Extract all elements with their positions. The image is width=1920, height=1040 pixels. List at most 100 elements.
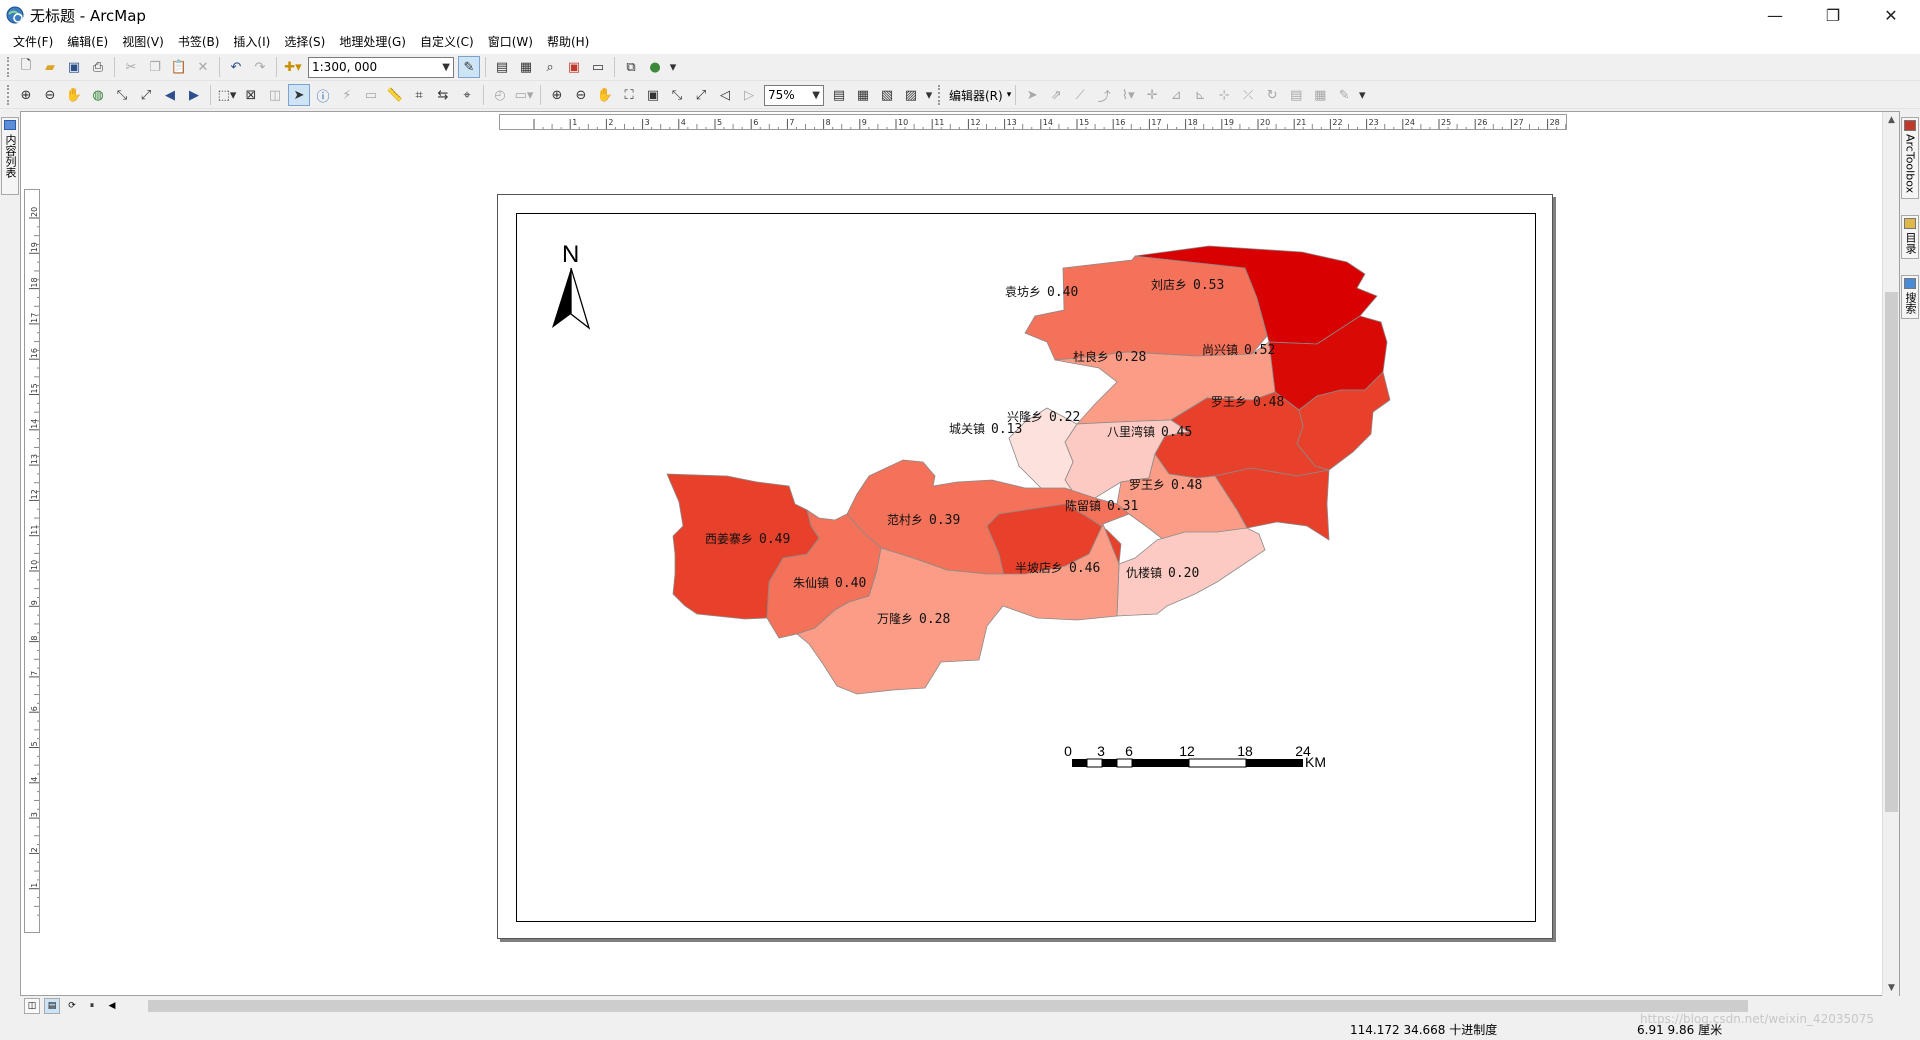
layout-view-icon[interactable]: ▤ bbox=[44, 998, 60, 1014]
scale-bar[interactable]: 0 3 6 12 18 24 KM bbox=[1064, 743, 1326, 770]
arcgis-online-globe-icon[interactable]: ● bbox=[644, 56, 666, 78]
cut-polygons-icon[interactable]: ⊹ bbox=[1213, 84, 1235, 106]
redo-icon[interactable]: ↷ bbox=[249, 56, 271, 78]
paste-icon[interactable]: 📋 bbox=[168, 56, 190, 78]
menu-file[interactable]: 文件(F) bbox=[6, 32, 60, 52]
identify-icon[interactable]: ⓘ bbox=[312, 84, 334, 106]
data-view-icon[interactable]: ◫ bbox=[24, 998, 40, 1014]
measure-icon[interactable]: 📏 bbox=[384, 84, 406, 106]
arctoolbox-tab[interactable]: ArcToolbox bbox=[1901, 117, 1919, 199]
close-button[interactable]: ✕ bbox=[1862, 0, 1920, 30]
delete-icon[interactable]: ✕ bbox=[192, 56, 214, 78]
reshape-feature-icon[interactable]: ⊾ bbox=[1189, 84, 1211, 106]
next-extent-icon[interactable]: ▷ bbox=[738, 84, 760, 106]
new-document-icon[interactable]: 🗋 bbox=[15, 56, 37, 78]
pause-drawing-icon[interactable]: ⏸ bbox=[84, 998, 100, 1014]
fixed-zoom-out-layout-icon[interactable]: ⤢ bbox=[690, 84, 712, 106]
restore-button[interactable]: ❐ bbox=[1804, 0, 1862, 30]
editor-menu[interactable]: 编辑器(R) bbox=[945, 87, 1007, 104]
previous-extent-icon[interactable]: ◁ bbox=[714, 84, 736, 106]
create-viewer-icon[interactable]: ▭▾ bbox=[513, 84, 535, 106]
layout-page[interactable]: 袁坊乡 刘店乡 尚兴镇 杜良乡 罗王乡 兴隆乡 城关镇 八里湾镇 罗王乡 陈留镇… bbox=[497, 194, 1553, 939]
copy-icon[interactable]: ❐ bbox=[144, 56, 166, 78]
menu-edit[interactable]: 编辑(E) bbox=[60, 32, 115, 52]
search-window-icon[interactable]: ⌕ bbox=[539, 56, 561, 78]
create-features-icon[interactable]: ✎ bbox=[1333, 84, 1355, 106]
layout-zoom-in-icon[interactable]: ⊕ bbox=[546, 84, 568, 106]
layout-view[interactable]: 1 2 3 4 5 6 7 8 9 10 11 12 13 14 15 16 17 18 19 20 21 22 23 24 2… bbox=[20, 111, 1900, 997]
layout-zoom-out-icon[interactable]: ⊖ bbox=[570, 84, 592, 106]
horizontal-scroll-thumb[interactable] bbox=[148, 1000, 1748, 1012]
model-builder-icon[interactable]: ⧉ bbox=[620, 56, 642, 78]
sketch-properties-icon[interactable]: ▦ bbox=[1309, 84, 1331, 106]
open-folder-icon[interactable]: ▰ bbox=[39, 56, 61, 78]
choropleth-map[interactable]: 袁坊乡 刘店乡 尚兴镇 杜良乡 罗王乡 兴隆乡 城关镇 八里湾镇 罗王乡 陈留镇… bbox=[517, 214, 1535, 921]
north-arrow[interactable]: N bbox=[552, 241, 591, 330]
fixed-zoom-in-icon[interactable]: ⤡ bbox=[111, 84, 133, 106]
scroll-up-arrow-icon[interactable]: ▲ bbox=[1883, 112, 1900, 129]
table-of-contents-icon[interactable]: ▤ bbox=[491, 56, 513, 78]
select-pointer-icon[interactable]: ➤ bbox=[288, 84, 310, 106]
arctoolbox-icon[interactable]: ▣ bbox=[563, 56, 585, 78]
vertical-scrollbar[interactable]: ▲ ▼ bbox=[1882, 112, 1899, 997]
edit-vertices-icon[interactable]: ⊿ bbox=[1165, 84, 1187, 106]
go-to-xy-icon[interactable]: ⌖ bbox=[456, 84, 478, 106]
forward-arrow-icon[interactable]: ▶ bbox=[183, 84, 205, 106]
find-binoculars-icon[interactable]: ⌗ bbox=[408, 84, 430, 106]
toggle-draft-mode-icon[interactable]: ▤ bbox=[828, 84, 850, 106]
full-extent-globe-icon[interactable]: ◍ bbox=[87, 84, 109, 106]
undo-icon[interactable]: ↶ bbox=[225, 56, 247, 78]
zoom-100-percent-icon[interactable]: ▣ bbox=[642, 84, 664, 106]
cut-icon[interactable]: ✂ bbox=[120, 56, 142, 78]
search-tab[interactable]: 搜索 bbox=[1901, 275, 1919, 319]
layout-pan-icon[interactable]: ✋ bbox=[594, 84, 616, 106]
refresh-icon[interactable]: ⟳ bbox=[64, 998, 80, 1014]
find-route-icon[interactable]: ⇆ bbox=[432, 84, 454, 106]
menu-view[interactable]: 视图(V) bbox=[115, 32, 171, 52]
save-icon[interactable]: ▣ bbox=[63, 56, 85, 78]
trace-icon[interactable]: ⌇▾ bbox=[1117, 84, 1139, 106]
menu-customize[interactable]: 自定义(C) bbox=[413, 32, 481, 52]
zoom-whole-page-icon[interactable]: ⛶ bbox=[618, 84, 640, 106]
minimize-button[interactable]: — bbox=[1746, 0, 1804, 30]
vertical-scroll-thumb[interactable] bbox=[1885, 292, 1898, 812]
horizontal-scrollbar[interactable] bbox=[148, 998, 1888, 1014]
edit-annotation-icon[interactable]: ⇗ bbox=[1045, 84, 1067, 106]
data-driven-pages-icon[interactable]: ▨ bbox=[900, 84, 922, 106]
toolbar-options-icon[interactable]: ▾ bbox=[924, 84, 934, 106]
fixed-zoom-out-icon[interactable]: ⤢ bbox=[135, 84, 157, 106]
catalog-tab[interactable]: 目录 bbox=[1901, 215, 1919, 259]
print-icon[interactable]: ⎙ bbox=[87, 56, 109, 78]
catalog-icon[interactable]: ▦ bbox=[515, 56, 537, 78]
rotate-tool-icon[interactable]: ↻ bbox=[1261, 84, 1283, 106]
toolbar-options-icon[interactable]: ▾ bbox=[668, 56, 678, 78]
map-scale-combo[interactable]: 1:300, 000 ▼ bbox=[308, 56, 454, 78]
pan-hand-icon[interactable]: ✋ bbox=[63, 84, 85, 106]
layout-zoom-combo[interactable]: 75% ▼ bbox=[764, 84, 824, 106]
fixed-zoom-in-layout-icon[interactable]: ⤡ bbox=[666, 84, 688, 106]
toolbar-grip[interactable] bbox=[938, 85, 942, 105]
menu-geoprocessing[interactable]: 地理处理(G) bbox=[332, 32, 413, 52]
toolbar-grip[interactable] bbox=[7, 85, 11, 105]
table-of-contents-tab[interactable]: 内容列表 bbox=[1, 117, 19, 195]
clear-selection-icon[interactable]: ⊠ bbox=[240, 84, 262, 106]
data-frame[interactable]: 袁坊乡 刘店乡 尚兴镇 杜良乡 罗王乡 兴隆乡 城关镇 八里湾镇 罗王乡 陈留镇… bbox=[516, 213, 1536, 922]
edit-tool-icon[interactable]: ➤ bbox=[1021, 84, 1043, 106]
select-elements-icon[interactable]: ◫ bbox=[264, 84, 286, 106]
menu-selection[interactable]: 选择(S) bbox=[277, 32, 332, 52]
change-layout-icon[interactable]: ▧ bbox=[876, 84, 898, 106]
point-icon[interactable]: ✛ bbox=[1141, 84, 1163, 106]
hyperlink-icon[interactable]: ⚡ bbox=[336, 84, 358, 106]
menu-bookmarks[interactable]: 书签(B) bbox=[171, 32, 227, 52]
scroll-down-arrow-icon[interactable]: ▼ bbox=[1883, 980, 1900, 997]
end-point-arc-icon[interactable]: ⤴ bbox=[1093, 84, 1115, 106]
html-popup-icon[interactable]: ▭ bbox=[360, 84, 382, 106]
python-window-icon[interactable]: ▭ bbox=[587, 56, 609, 78]
toolbar-grip[interactable] bbox=[7, 57, 11, 77]
editor-toolbar-icon[interactable]: ✎ bbox=[458, 56, 480, 78]
add-data-icon[interactable]: ✚▾ bbox=[282, 56, 304, 78]
menu-help[interactable]: 帮助(H) bbox=[540, 32, 596, 52]
back-arrow-icon[interactable]: ◀ bbox=[159, 84, 181, 106]
scroll-left-arrow-icon[interactable]: ◀ bbox=[104, 998, 120, 1014]
straight-segment-icon[interactable]: ⟋ bbox=[1069, 84, 1091, 106]
